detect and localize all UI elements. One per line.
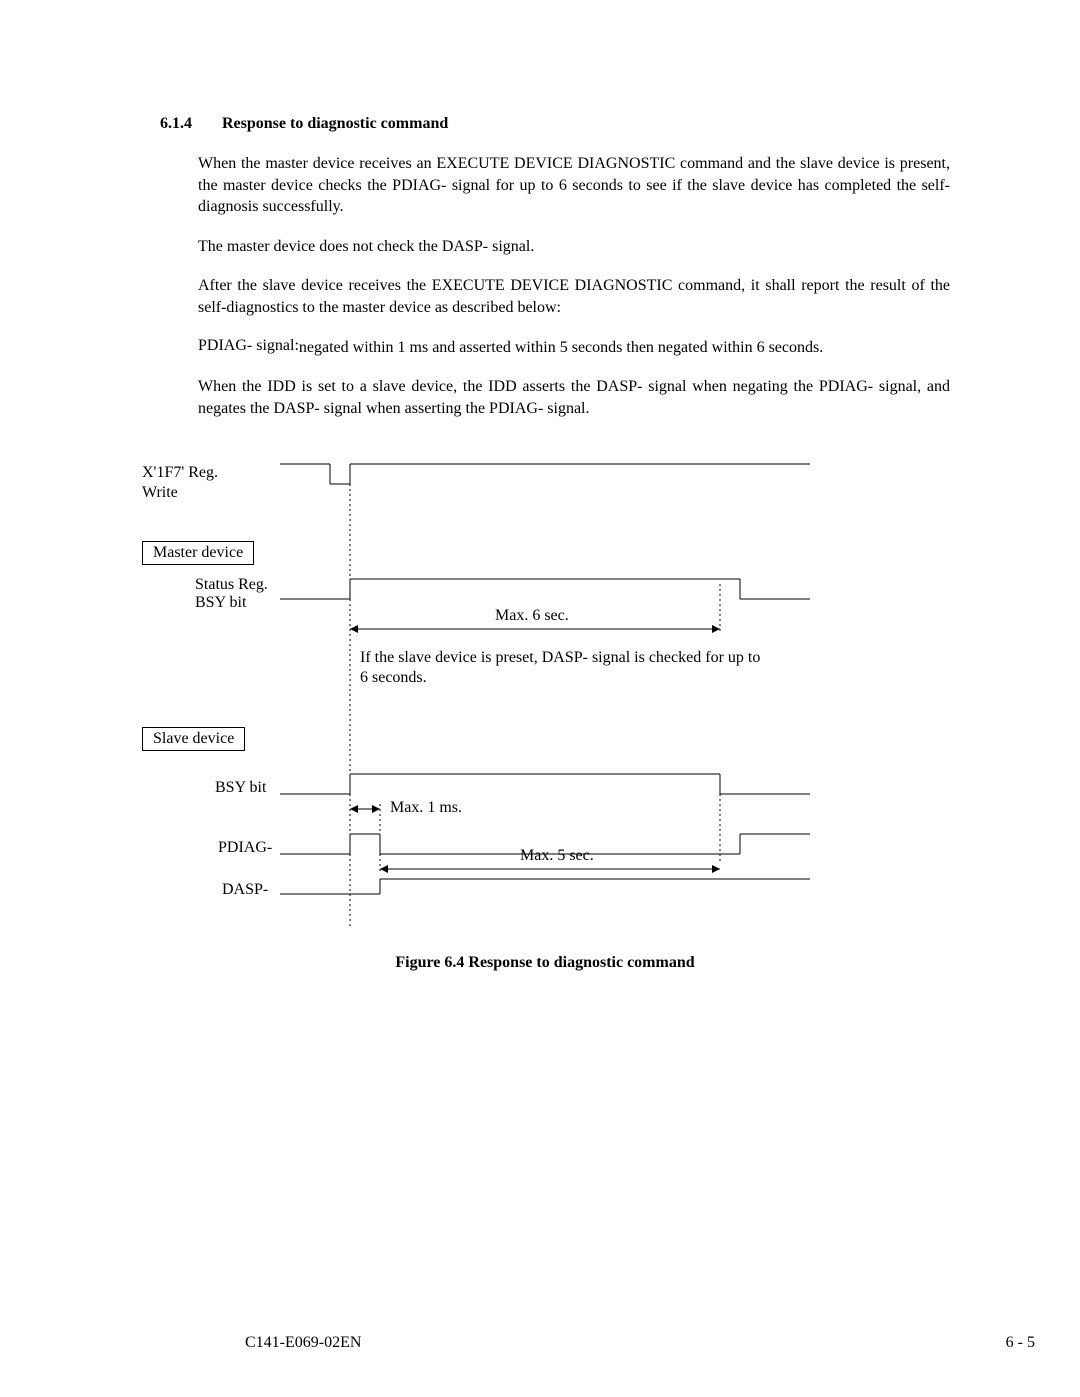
figure-caption: Figure 6.4 Response to diagnostic comman… bbox=[140, 954, 950, 972]
pdiag-signal-label: PDIAG- signal: bbox=[198, 337, 299, 359]
page-content: 6.1.4 Response to diagnostic command Whe… bbox=[0, 0, 1080, 1012]
slave-device-box: Slave device bbox=[142, 727, 245, 751]
footer-doc-id: C141-E069-02EN bbox=[245, 1334, 361, 1352]
page-footer: C141-E069-02EN 6 - 5 bbox=[0, 1334, 1080, 1352]
diagram-note-2: 6 seconds. bbox=[360, 669, 427, 687]
section-number: 6.1.4 bbox=[160, 115, 192, 133]
slave-bsy-label: BSY bit bbox=[215, 779, 266, 797]
dasp-label: DASP- bbox=[222, 881, 268, 899]
section-title: Response to diagnostic command bbox=[222, 115, 448, 133]
reg-write-label-2: Write bbox=[142, 484, 178, 502]
footer-page-number: 6 - 5 bbox=[1006, 1334, 1035, 1352]
section-heading: 6.1.4 Response to diagnostic command bbox=[160, 115, 950, 133]
status-reg-label-2: BSY bit bbox=[195, 594, 246, 612]
max-1ms-label: Max. 1 ms. bbox=[390, 799, 462, 817]
diagram-note-1: If the slave device is preset, DASP- sig… bbox=[360, 649, 760, 667]
status-reg-label-1: Status Reg. bbox=[195, 576, 268, 594]
max-5-sec-label: Max. 5 sec. bbox=[520, 847, 594, 865]
reg-write-label-1: X'1F7' Reg. bbox=[142, 464, 218, 482]
paragraph-5: When the IDD is set to a slave device, t… bbox=[198, 376, 950, 419]
timing-diagram: X'1F7' Reg. Write Master device Status R… bbox=[140, 459, 940, 929]
master-device-box: Master device bbox=[142, 541, 254, 565]
paragraph-1: When the master device receives an EXECU… bbox=[198, 153, 950, 218]
paragraph-3: After the slave device receives the EXEC… bbox=[198, 275, 950, 318]
paragraph-2: The master device does not check the DAS… bbox=[198, 236, 950, 258]
pdiag-signal-text: negated within 1 ms and asserted within … bbox=[299, 337, 950, 359]
max-6-sec-label: Max. 6 sec. bbox=[495, 607, 569, 625]
pdiag-signal-block: PDIAG- signal: negated within 1 ms and a… bbox=[198, 337, 950, 359]
pdiag-label: PDIAG- bbox=[218, 839, 272, 857]
